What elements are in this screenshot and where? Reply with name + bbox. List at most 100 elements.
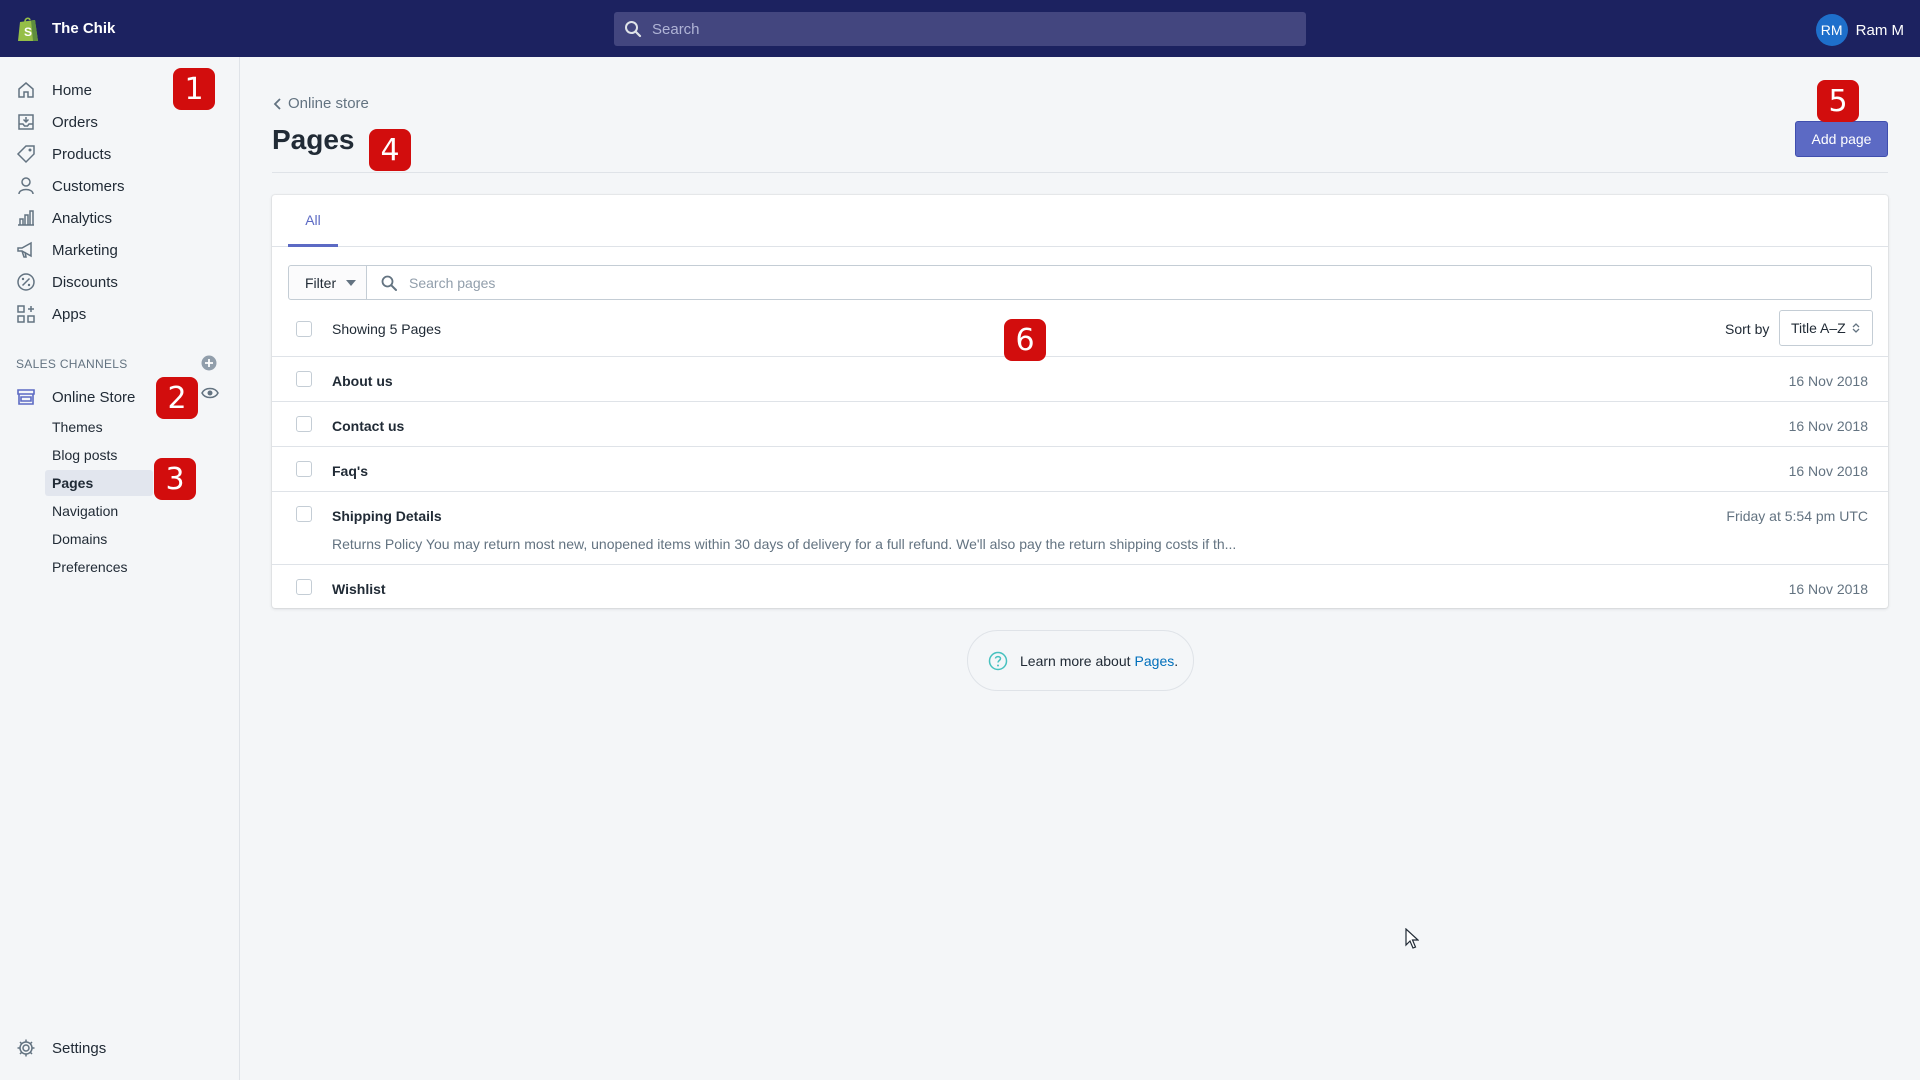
row-checkbox[interactable]: [296, 506, 312, 522]
table-row[interactable]: Shipping Details Friday at 5:54 pm UTC R…: [272, 491, 1888, 564]
page-date-cell: 16 Nov 2018: [1788, 581, 1868, 597]
title-divider: [272, 172, 1888, 173]
shopify-bag-icon: S: [18, 16, 38, 41]
sidebar-item-label: Products: [52, 145, 112, 163]
sidebar-item-apps[interactable]: Apps: [0, 298, 240, 330]
table-row[interactable]: About us 16 Nov 2018: [272, 356, 1888, 401]
row-checkbox[interactable]: [296, 461, 312, 477]
page-title-cell[interactable]: Contact us: [332, 418, 404, 434]
help-circle-icon: [988, 651, 1008, 670]
sidebar-item-label: Discounts: [52, 273, 118, 291]
bar-chart-icon: [18, 210, 34, 226]
annotation-badge-3: 3: [154, 458, 196, 500]
showing-count: Showing 5 Pages: [332, 321, 441, 337]
page-date-cell: 16 Nov 2018: [1788, 418, 1868, 434]
annotation-badge-5: 5: [1817, 80, 1859, 122]
add-circle-icon[interactable]: [201, 355, 217, 371]
store-brand[interactable]: S The Chik: [0, 15, 240, 43]
tab-bar: All: [272, 195, 1888, 247]
sidebar-item-orders[interactable]: Orders: [0, 106, 240, 138]
tab-all[interactable]: All: [288, 195, 338, 247]
page-excerpt: Returns Policy You may return most new, …: [332, 536, 1237, 552]
add-page-button[interactable]: Add page: [1795, 121, 1888, 157]
learn-more-callout: Learn more about Pages.: [967, 630, 1194, 691]
learn-more-text: Learn more about: [1020, 652, 1131, 669]
sidebar-subitem-pages[interactable]: Pages: [45, 470, 153, 496]
user-name[interactable]: Ram M: [1856, 22, 1904, 39]
sidebar-item-discounts[interactable]: Discounts: [0, 266, 240, 298]
page-date-cell: Friday at 5:54 pm UTC: [1726, 508, 1868, 524]
sidebar-item-label: Customers: [52, 177, 125, 195]
sidebar-item-customers[interactable]: Customers: [0, 170, 240, 202]
sidebar-item-label: Apps: [52, 305, 87, 323]
table-row[interactable]: Contact us 16 Nov 2018: [272, 401, 1888, 446]
search-pages-field[interactable]: [366, 265, 1872, 300]
table-row[interactable]: Faq's 16 Nov 2018: [272, 446, 1888, 491]
sidebar-subitem-themes[interactable]: Themes: [45, 414, 153, 440]
sidebar-item-settings[interactable]: Settings: [0, 1032, 240, 1064]
home-icon: [18, 82, 34, 98]
breadcrumb-label[interactable]: Online store: [288, 95, 369, 112]
learn-more-link[interactable]: Pages: [1135, 653, 1175, 669]
sidebar-item-label: Orders: [52, 113, 98, 131]
store-icon: [17, 389, 35, 405]
select-all-checkbox[interactable]: [296, 321, 312, 337]
page-title-cell[interactable]: About us: [332, 373, 393, 389]
page-date-cell: 16 Nov 2018: [1788, 463, 1868, 479]
annotation-badge-2: 2: [156, 377, 198, 419]
sort-arrows-icon: [1852, 323, 1860, 333]
row-checkbox[interactable]: [296, 416, 312, 432]
search-pages-input[interactable]: [409, 274, 1849, 291]
orders-icon: [18, 114, 34, 130]
gear-icon: [17, 1039, 35, 1057]
learn-more-suffix: .: [1174, 652, 1179, 669]
sidebar-item-label: Online Store: [52, 388, 136, 406]
row-checkbox[interactable]: [296, 371, 312, 387]
filter-label: Filter: [305, 274, 337, 291]
sidebar-item-label: Analytics: [52, 209, 113, 227]
sidebar-item-label: Home: [52, 81, 93, 99]
sidebar-item-products[interactable]: Products: [0, 138, 240, 170]
sort-value: Title A–Z: [1791, 320, 1846, 336]
avatar[interactable]: RM: [1815, 14, 1848, 46]
page-title-cell[interactable]: Wishlist: [332, 581, 386, 597]
sidebar-subitem-domains[interactable]: Domains: [45, 526, 153, 552]
page-title-cell[interactable]: Faq's: [332, 463, 368, 479]
apps-icon: [17, 305, 35, 323]
discount-icon: [17, 273, 35, 291]
search-icon: [381, 275, 397, 291]
caret-down-icon: [346, 279, 357, 286]
store-name: The Chik: [52, 20, 116, 37]
annotation-badge-6: 6: [1004, 319, 1046, 361]
table-row[interactable]: Wishlist 16 Nov 2018: [272, 564, 1888, 608]
global-search-input[interactable]: [652, 20, 1292, 38]
eye-icon[interactable]: [201, 386, 219, 400]
page-title: Pages: [272, 124, 355, 155]
row-checkbox[interactable]: [296, 579, 312, 595]
sidebar-item-analytics[interactable]: Analytics: [0, 202, 240, 234]
sort-select[interactable]: Title A–Z: [1779, 310, 1873, 346]
sort-label: Sort by: [1725, 321, 1770, 337]
annotation-badge-4: 4: [369, 129, 411, 171]
sidebar-subitem-navigation[interactable]: Navigation: [45, 498, 153, 524]
person-icon: [18, 177, 34, 195]
sidebar-item-label: Marketing: [52, 241, 118, 259]
pages-card: All Filter Showing 5 Pages Sort by Title…: [272, 195, 1888, 608]
sidebar-subitem-blog-posts[interactable]: Blog posts: [45, 442, 153, 468]
sidebar-item-label: Settings: [52, 1039, 107, 1057]
filter-button[interactable]: Filter: [288, 265, 367, 300]
top-bar: S The Chik RM Ram M: [0, 0, 1920, 57]
tag-icon: [16, 145, 35, 164]
sidebar: Home Orders Products Customers Analytics…: [0, 57, 240, 1080]
global-search[interactable]: [614, 12, 1306, 46]
megaphone-icon: [17, 241, 32, 258]
sales-channels-heading: SALES CHANNELS: [16, 357, 128, 371]
mouse-cursor-icon: [1405, 928, 1419, 949]
user-menu[interactable]: RM Ram M: [1815, 14, 1904, 46]
annotation-badge-1: 1: [173, 68, 215, 110]
sidebar-item-marketing[interactable]: Marketing: [0, 234, 240, 266]
page-title-cell[interactable]: Shipping Details: [332, 508, 442, 524]
sidebar-subitem-preferences[interactable]: Preferences: [45, 554, 153, 580]
breadcrumb[interactable]: Online store: [272, 95, 369, 112]
svg-text:S: S: [24, 25, 32, 39]
